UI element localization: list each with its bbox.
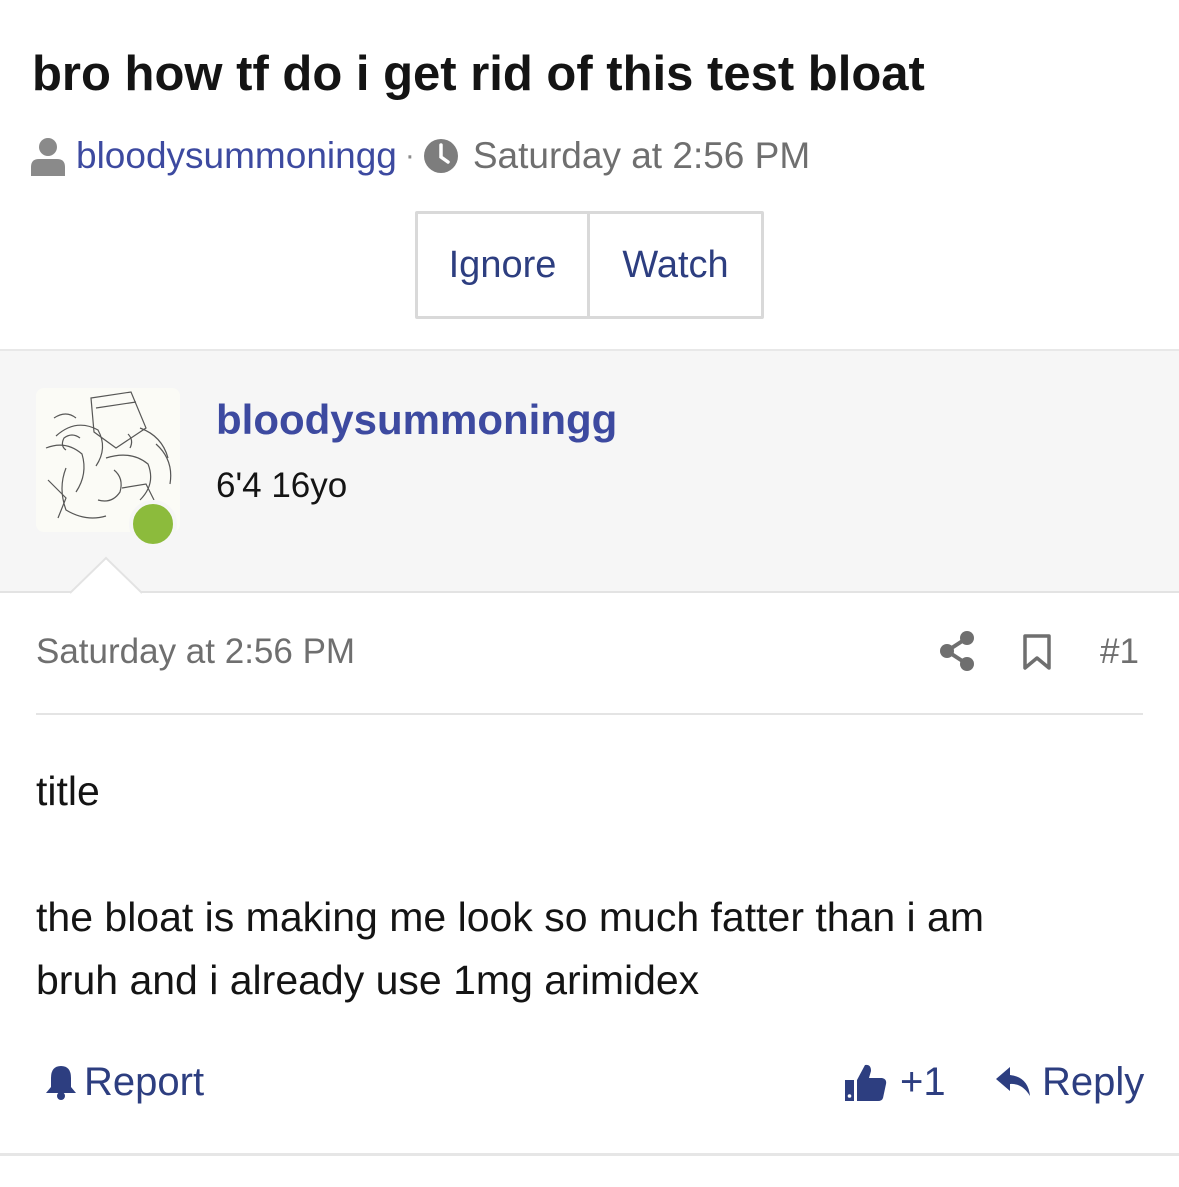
- post-bottom-border: [0, 1153, 1179, 1156]
- post-body-line: the bloat is making me look so much fatt…: [36, 894, 985, 940]
- reply-button[interactable]: Reply: [994, 1058, 1144, 1106]
- panel-arrow: [70, 556, 142, 594]
- reply-label: Reply: [1042, 1059, 1145, 1104]
- like-button[interactable]: +1: [844, 1058, 946, 1106]
- online-status-dot: [129, 500, 177, 548]
- meta-separator: ·: [404, 139, 415, 172]
- post-number-link[interactable]: #1: [1100, 632, 1139, 672]
- post-date[interactable]: Saturday at 2:56 PM: [36, 632, 355, 672]
- thumbs-up-icon: [845, 1064, 887, 1101]
- ignore-button[interactable]: Ignore: [418, 214, 590, 316]
- share-icon[interactable]: [938, 630, 976, 672]
- thread-title: bro how tf do i get rid of this test blo…: [32, 47, 925, 101]
- post-username[interactable]: bloodysummoningg: [216, 396, 617, 444]
- post-body-blank-line: [36, 823, 1143, 886]
- like-count: +1: [900, 1059, 946, 1104]
- post-body-line: title: [36, 768, 100, 814]
- post-body: title the bloat is making me look so muc…: [36, 760, 1143, 1012]
- post-header-divider: [36, 713, 1143, 715]
- report-label: Report: [84, 1059, 205, 1104]
- watch-button[interactable]: Watch: [590, 214, 761, 316]
- post-user-title: 6'4 16yo: [216, 466, 348, 505]
- report-button[interactable]: Report: [44, 1058, 204, 1106]
- thread-action-buttons: Ignore Watch: [415, 211, 764, 319]
- clock-icon: [423, 139, 458, 173]
- reply-arrow-icon: [996, 1067, 1030, 1096]
- bell-icon: [46, 1066, 76, 1100]
- thread-date[interactable]: Saturday at 2:56 PM: [473, 135, 810, 177]
- post-body-line: bruh and i already use 1mg arimidex: [36, 957, 700, 1003]
- user-icon: [31, 138, 65, 176]
- thread-meta: bloodysummoningg · Saturday at 2:56 PM: [30, 134, 810, 178]
- thread-author-link[interactable]: bloodysummoningg: [76, 135, 397, 177]
- bookmark-icon[interactable]: [1022, 633, 1052, 671]
